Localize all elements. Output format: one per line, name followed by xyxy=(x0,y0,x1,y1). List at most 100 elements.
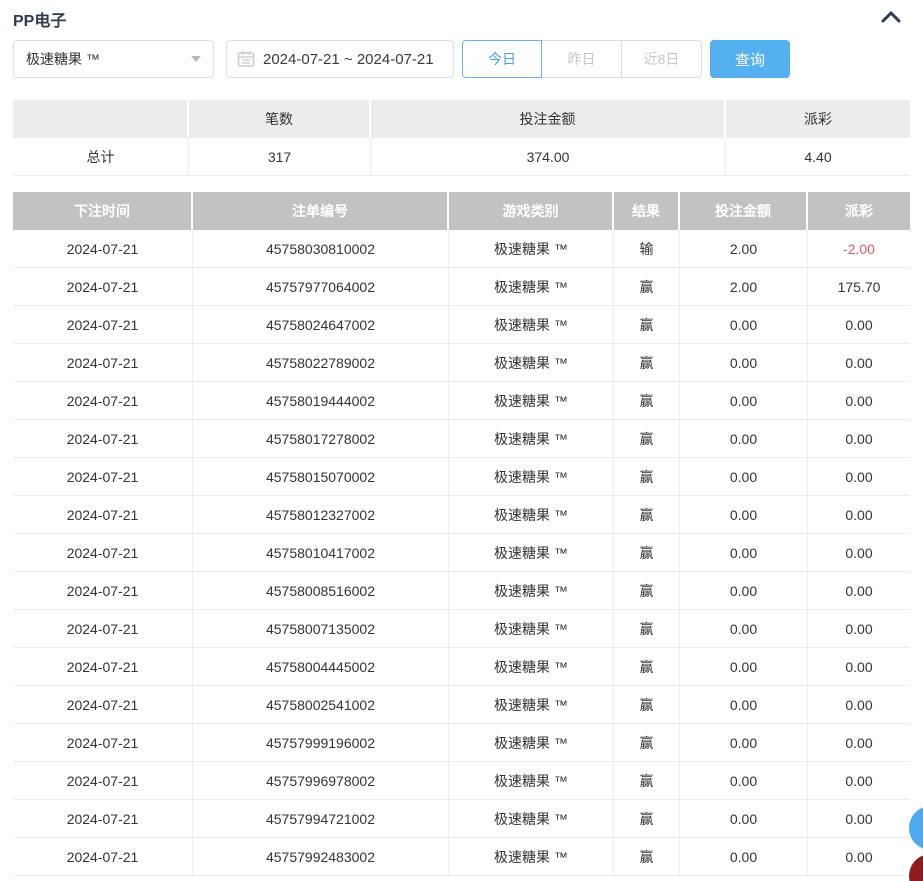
table-row: 2024-07-21 45757999196002 极速糖果 ™ 赢 0.00 … xyxy=(13,724,910,762)
cell-result: 赢 xyxy=(614,420,680,458)
cell-bet-amount: 0.00 xyxy=(680,686,808,724)
cell-bet-amount: 0.00 xyxy=(680,610,808,648)
cell-bet-amount: 0.00 xyxy=(680,420,808,458)
bet-records-table: 下注时间 注单编号 游戏类别 结果 投注金额 派彩 2024-07-21 457… xyxy=(13,192,910,876)
cell-bet-amount: 0.00 xyxy=(680,344,808,382)
cell-result: 赢 xyxy=(614,610,680,648)
pp-electronic-panel: PP电子 极速糖果 ™ 2024-07-21 ~ 20 xyxy=(0,0,923,881)
cell-order-number: 45758030810002 xyxy=(193,230,449,268)
cell-game-type: 极速糖果 ™ xyxy=(449,420,614,458)
cell-order-number: 45757999196002 xyxy=(193,724,449,762)
cell-order-number: 45758012327002 xyxy=(193,496,449,534)
cell-payout: 0.00 xyxy=(808,344,910,382)
cell-result: 赢 xyxy=(614,306,680,344)
cell-result: 赢 xyxy=(614,800,680,838)
summary-total-count: 317 xyxy=(189,138,371,176)
table-row: 2024-07-21 45757996978002 极速糖果 ™ 赢 0.00 … xyxy=(13,762,910,800)
query-button[interactable]: 查询 xyxy=(710,40,790,78)
cell-order-number: 45757977064002 xyxy=(193,268,449,306)
cell-order-number: 45758015070002 xyxy=(193,458,449,496)
cell-game-type: 极速糖果 ™ xyxy=(449,306,614,344)
cell-payout: -2.00 xyxy=(808,230,910,268)
cell-order-number: 45758019444002 xyxy=(193,382,449,420)
cell-payout: 0.00 xyxy=(808,762,910,800)
cell-order-number: 45758002541002 xyxy=(193,686,449,724)
cell-payout: 0.00 xyxy=(808,420,910,458)
game-select-value: 极速糖果 ™ xyxy=(26,49,100,69)
table-row: 2024-07-21 45758012327002 极速糖果 ™ 赢 0.00 … xyxy=(13,496,910,534)
records-header-row: 下注时间 注单编号 游戏类别 结果 投注金额 派彩 xyxy=(13,192,910,230)
table-row: 2024-07-21 45758017278002 极速糖果 ™ 赢 0.00 … xyxy=(13,420,910,458)
cell-game-type: 极速糖果 ™ xyxy=(449,534,614,572)
table-row: 2024-07-21 45757994721002 极速糖果 ™ 赢 0.00 … xyxy=(13,800,910,838)
summary-table: 笔数 投注金额 派彩 总计 317 374.00 4.40 xyxy=(13,100,910,176)
cell-bet-time: 2024-07-21 xyxy=(13,800,193,838)
cell-bet-amount: 0.00 xyxy=(680,306,808,344)
cell-payout: 0.00 xyxy=(808,838,910,876)
table-row: 2024-07-21 45757992483002 极速糖果 ™ 赢 0.00 … xyxy=(13,838,910,876)
cell-result: 赢 xyxy=(614,724,680,762)
header-bet-time: 下注时间 xyxy=(13,192,193,230)
summary-total-label: 总计 xyxy=(13,138,189,176)
cell-payout: 0.00 xyxy=(808,534,910,572)
cell-bet-time: 2024-07-21 xyxy=(13,762,193,800)
cell-game-type: 极速糖果 ™ xyxy=(449,648,614,686)
game-select[interactable]: 极速糖果 ™ xyxy=(13,40,214,78)
cell-result: 赢 xyxy=(614,382,680,420)
cell-result: 赢 xyxy=(614,838,680,876)
summary-total-bet-amount: 374.00 xyxy=(371,138,726,176)
cell-result: 赢 xyxy=(614,686,680,724)
cell-bet-amount: 0.00 xyxy=(680,724,808,762)
table-row: 2024-07-21 45758004445002 极速糖果 ™ 赢 0.00 … xyxy=(13,648,910,686)
cell-bet-amount: 2.00 xyxy=(680,230,808,268)
summary-header-empty xyxy=(13,100,189,138)
header-payout: 派彩 xyxy=(808,192,910,230)
floating-service-button[interactable] xyxy=(909,854,923,881)
cell-order-number: 45758007135002 xyxy=(193,610,449,648)
chevron-up-icon xyxy=(880,10,902,29)
table-row: 2024-07-21 45758022789002 极速糖果 ™ 赢 0.00 … xyxy=(13,344,910,382)
table-row: 2024-07-21 45758030810002 极速糖果 ™ 输 2.00 … xyxy=(13,230,910,268)
tab-yesterday[interactable]: 昨日 xyxy=(542,40,622,78)
cell-order-number: 45758017278002 xyxy=(193,420,449,458)
tab-last-8-days[interactable]: 近8日 xyxy=(622,40,702,78)
page-title: PP电子 xyxy=(13,7,66,31)
filter-bar: 极速糖果 ™ 2024-07-21 ~ 2024-07-21 今日 昨日 近8日 xyxy=(13,40,910,78)
cell-payout: 0.00 xyxy=(808,306,910,344)
calendar-icon xyxy=(237,50,255,68)
collapse-panel-button[interactable] xyxy=(878,8,904,30)
cell-game-type: 极速糖果 ™ xyxy=(449,382,614,420)
cell-bet-time: 2024-07-21 xyxy=(13,686,193,724)
cell-payout: 0.00 xyxy=(808,496,910,534)
floating-chat-button[interactable] xyxy=(909,806,923,850)
summary-header-payout: 派彩 xyxy=(726,100,910,138)
quick-date-tabs: 今日 昨日 近8日 xyxy=(462,40,702,78)
cell-result: 输 xyxy=(614,230,680,268)
cell-payout: 0.00 xyxy=(808,382,910,420)
tab-today[interactable]: 今日 xyxy=(462,40,542,78)
cell-order-number: 45758010417002 xyxy=(193,534,449,572)
cell-payout: 0.00 xyxy=(808,648,910,686)
cell-order-number: 45757994721002 xyxy=(193,800,449,838)
header-bet-amount: 投注金额 xyxy=(680,192,808,230)
cell-bet-amount: 0.00 xyxy=(680,800,808,838)
cell-bet-amount: 0.00 xyxy=(680,496,808,534)
cell-order-number: 45758008516002 xyxy=(193,572,449,610)
cell-payout: 0.00 xyxy=(808,800,910,838)
cell-order-number: 45758024647002 xyxy=(193,306,449,344)
cell-result: 赢 xyxy=(614,496,680,534)
cell-game-type: 极速糖果 ™ xyxy=(449,268,614,306)
chevron-down-icon xyxy=(191,56,201,62)
cell-result: 赢 xyxy=(614,344,680,382)
cell-bet-time: 2024-07-21 xyxy=(13,648,193,686)
cell-bet-time: 2024-07-21 xyxy=(13,838,193,876)
cell-bet-amount: 2.00 xyxy=(680,268,808,306)
cell-payout: 0.00 xyxy=(808,572,910,610)
cell-bet-time: 2024-07-21 xyxy=(13,724,193,762)
cell-result: 赢 xyxy=(614,268,680,306)
cell-bet-amount: 0.00 xyxy=(680,762,808,800)
cell-result: 赢 xyxy=(614,648,680,686)
date-range-input[interactable]: 2024-07-21 ~ 2024-07-21 xyxy=(226,40,454,78)
cell-result: 赢 xyxy=(614,762,680,800)
cell-order-number: 45758004445002 xyxy=(193,648,449,686)
